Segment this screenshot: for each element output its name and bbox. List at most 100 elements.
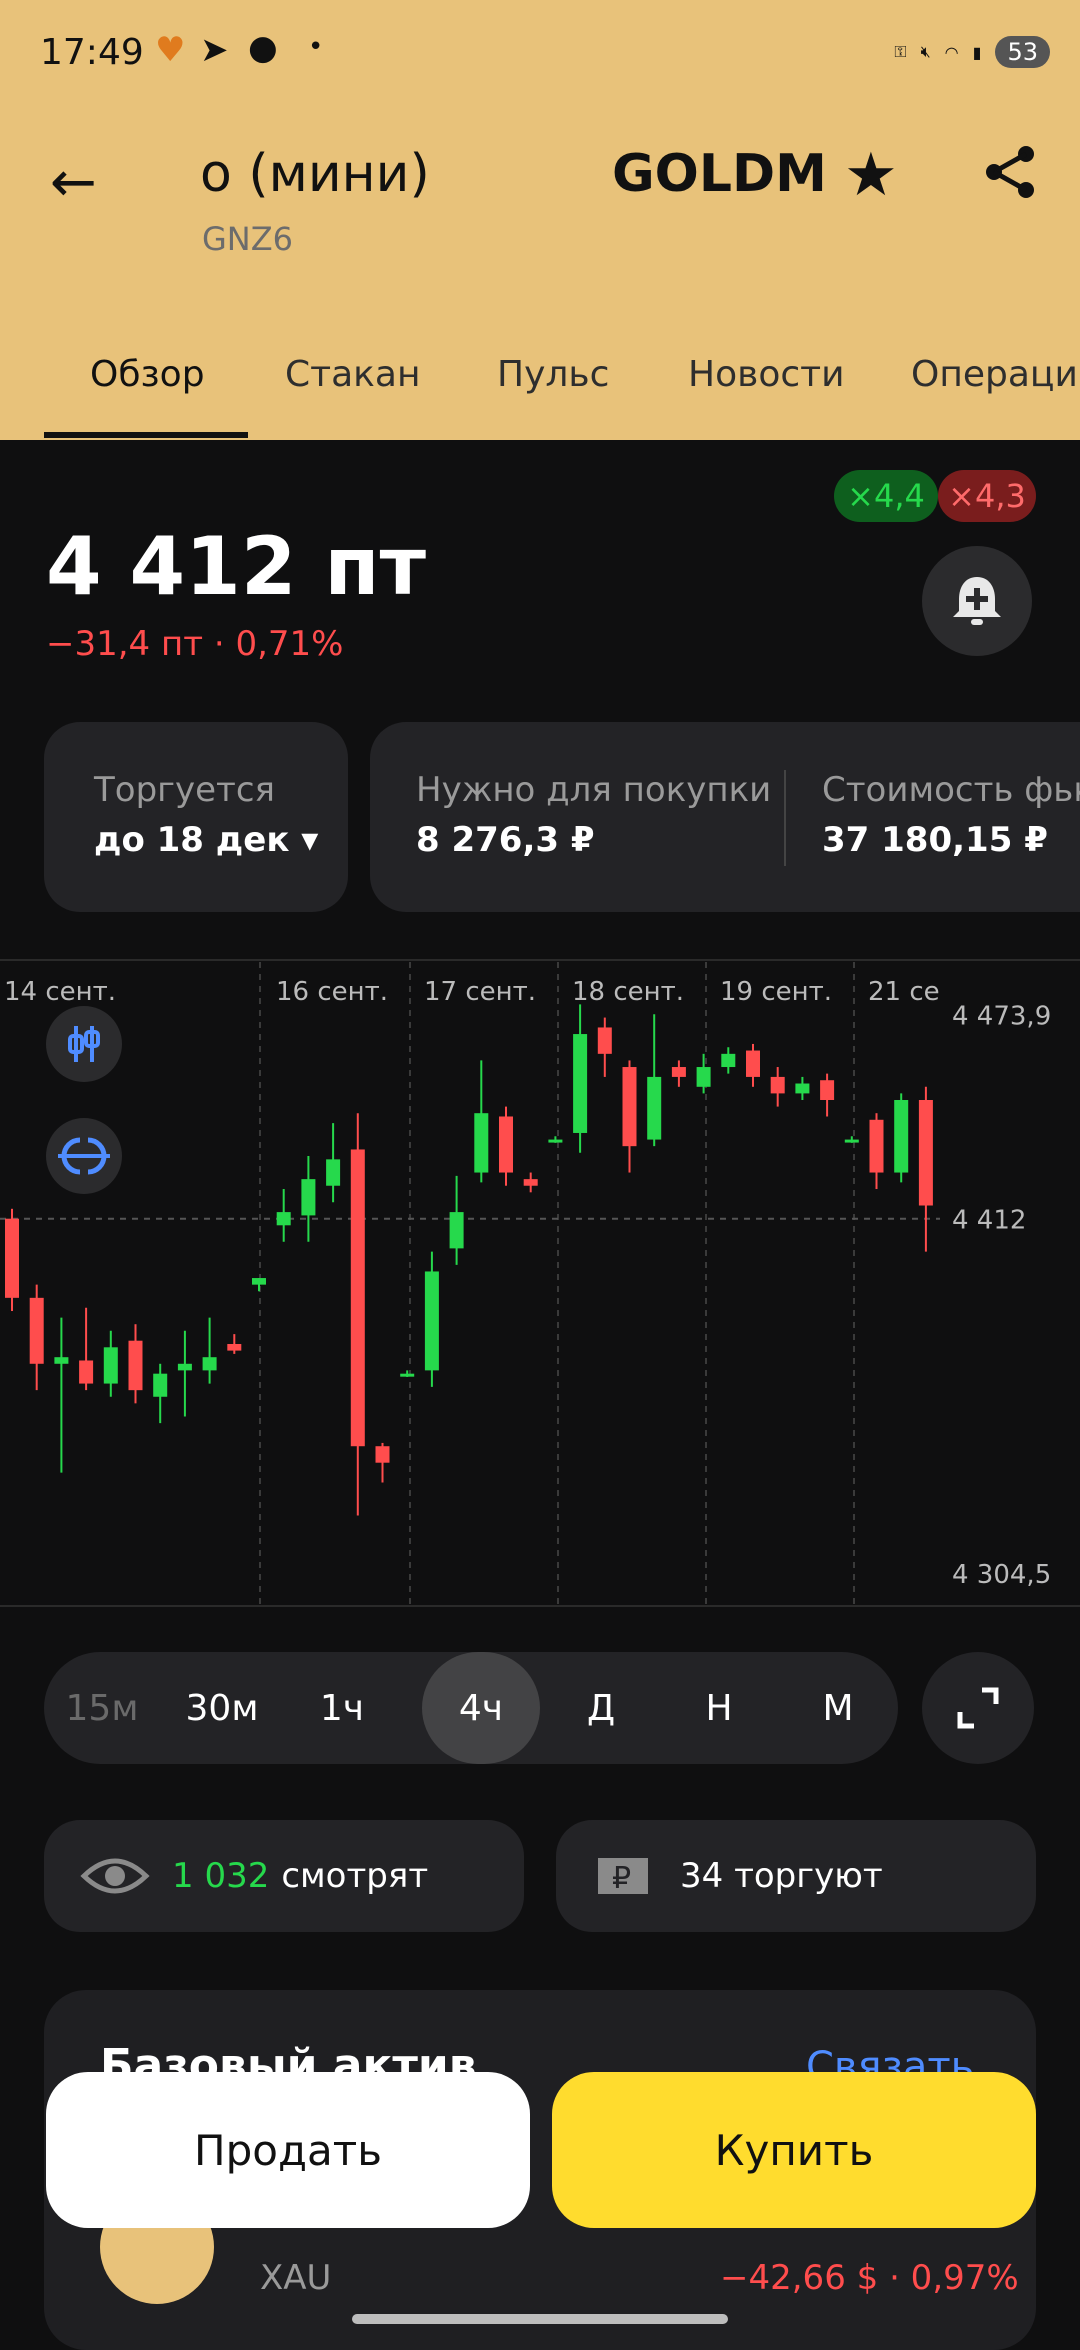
timeframe-15m[interactable]: 15м [44, 1652, 160, 1764]
candle-body [721, 1053, 736, 1068]
candle-body [597, 1027, 612, 1054]
leverage-long-badge: ×4,4 [834, 470, 938, 522]
more-notifications-icon: • [308, 32, 324, 62]
instrument-ticker: GNZ6 [202, 220, 294, 258]
contract-cost-value: 37 180,15 ₽ [822, 820, 1048, 860]
viewers-card: 1 032 смотрят [44, 1820, 524, 1932]
candle-body [54, 1357, 69, 1364]
candle-body [375, 1446, 390, 1463]
timeframe-selector: 15м 30м 1ч 4ч Д Н М [44, 1652, 898, 1764]
tab-operations[interactable]: Операции [911, 354, 1080, 395]
candle-body [869, 1119, 884, 1173]
timeframe-week[interactable]: Н [660, 1652, 778, 1764]
trading-value: до 18 дек ▾ [94, 820, 319, 860]
margin-info-card: Нужно для покупки 8 276,3 ₽ Стоимость фь… [370, 722, 1080, 912]
app-notification-icon: ♥ [155, 30, 186, 70]
x-tick-label: 19 сент. [720, 977, 832, 1007]
candle-body [326, 1159, 341, 1186]
candles-settings-icon [68, 1026, 100, 1062]
timeframe-4h[interactable]: 4ч [422, 1652, 540, 1764]
add-alert-button[interactable] [922, 546, 1032, 656]
candle-body [622, 1067, 637, 1147]
sell-button[interactable]: Продать [46, 2072, 530, 2228]
mute-icon: 🔇︎ [920, 42, 931, 61]
candle-body [671, 1067, 686, 1077]
wifi-icon: ◠ [944, 42, 959, 62]
current-price: 4 412 пт [46, 520, 426, 613]
timeframe-1h[interactable]: 1ч [284, 1652, 400, 1764]
x-tick-label: 18 сент. [572, 977, 684, 1007]
back-arrow-icon[interactable]: ← [50, 150, 97, 215]
svg-text:₽: ₽ [612, 1861, 631, 1896]
price-chart[interactable]: 14 сент. 16 сент. 17 сент. 18 сент. 19 сент.… [0, 958, 1080, 1608]
card-divider [784, 770, 786, 866]
tab-order-book[interactable]: Стакан [285, 354, 421, 395]
tab-overview[interactable]: Обзор [90, 354, 205, 395]
buy-button[interactable]: Купить [552, 2072, 1036, 2228]
active-tab-indicator [44, 432, 248, 438]
candle-body [424, 1271, 439, 1371]
y-tick-label: 4 412 [952, 1206, 1026, 1236]
expand-icon [957, 1687, 999, 1729]
y-tick-label: 4 304,5 [952, 1560, 1051, 1590]
candle-body [103, 1347, 118, 1384]
status-time: 17:49 [40, 31, 144, 73]
share-icon[interactable] [980, 142, 1040, 202]
candle-body [350, 1149, 365, 1447]
x-tick-label: 16 сент. [276, 977, 388, 1007]
candle-body [548, 1139, 563, 1143]
fullscreen-chart-button[interactable] [922, 1652, 1034, 1764]
app-header: 17:49 ♥ ➤ ● • ⚿ 🔇︎ ◠ ▮ 53 ← о (мини) GNZ… [0, 0, 1080, 440]
candle-body [202, 1357, 217, 1371]
compare-button[interactable] [46, 1118, 122, 1194]
price-change: −31,4 пт · 0,71% [46, 624, 344, 664]
tab-pulse[interactable]: Пульс [497, 354, 609, 395]
candle-body [795, 1083, 810, 1094]
tab-news[interactable]: Новости [688, 354, 845, 395]
candle-body [301, 1179, 316, 1216]
candle-body [523, 1179, 538, 1186]
candle-body [79, 1360, 94, 1384]
x-tick-label: 17 сент. [424, 977, 536, 1007]
candle-body [128, 1340, 143, 1391]
candle-body [5, 1218, 19, 1298]
viewers-label: смотрят [281, 1856, 429, 1896]
contract-cost-label: Стоимость фьк [822, 770, 1080, 810]
viewers-count: 1 032 [172, 1856, 270, 1896]
candle-body [499, 1116, 513, 1173]
candle-body [770, 1076, 785, 1094]
candle-body [177, 1363, 192, 1371]
candle-body [449, 1212, 464, 1249]
candle-body [894, 1100, 909, 1173]
favorite-star-icon[interactable]: ★ [844, 140, 898, 210]
timeframe-month[interactable]: М [779, 1652, 897, 1764]
traders-label: 34 торгуют [680, 1856, 883, 1896]
instrument-title: о (мини) [200, 144, 430, 204]
trading-label: Торгуется [94, 770, 276, 810]
candle-body [276, 1212, 291, 1226]
key-icon: ⚿ [894, 42, 907, 61]
need-to-buy-value: 8 276,3 ₽ [416, 820, 595, 860]
candle-body [918, 1100, 933, 1206]
timeframe-day[interactable]: Д [542, 1652, 660, 1764]
candle-body [696, 1067, 711, 1087]
telegram-icon: ➤ [200, 30, 229, 70]
candle-body [820, 1080, 835, 1100]
asset-change: −42,66 $ · 0,97% [720, 2258, 1019, 2298]
candle-body [227, 1344, 242, 1351]
home-indicator[interactable] [352, 2314, 728, 2324]
candle-body [153, 1373, 168, 1397]
candle-body [746, 1050, 760, 1077]
x-tick-label: 14 сент. [4, 977, 116, 1007]
candle-body [29, 1297, 44, 1364]
trading-until-card[interactable]: Торгуется до 18 дек ▾ [44, 722, 348, 912]
bell-plus-icon [953, 577, 1001, 625]
timeframe-30m[interactable]: 30м [164, 1652, 280, 1764]
indicators-button[interactable] [46, 1006, 122, 1082]
battery-icon: 53 [995, 36, 1050, 68]
candle-body [647, 1076, 662, 1140]
signal-icon: ▮ [972, 42, 982, 62]
chat-icon: ● [248, 28, 278, 68]
y-tick-label: 4 473,9 [952, 1002, 1051, 1032]
eye-icon [80, 1858, 150, 1894]
